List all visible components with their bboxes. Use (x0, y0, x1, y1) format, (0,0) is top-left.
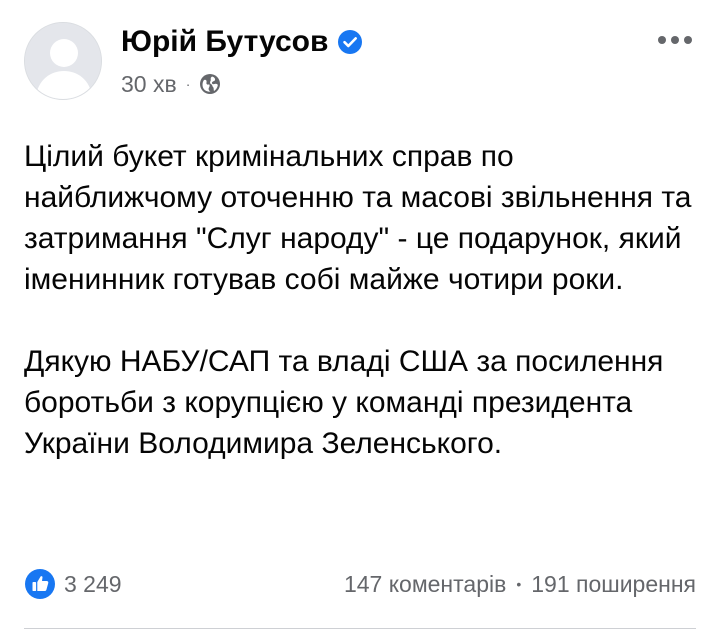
more-options-button[interactable] (654, 28, 696, 52)
like-count[interactable]: 3 249 (64, 571, 122, 598)
post-paragraph-2: Дякую НАБУ/САП та владі США за посилення… (24, 345, 664, 460)
like-icon (25, 569, 55, 599)
comments-count[interactable]: 147 коментарів (344, 571, 506, 598)
stats-separator: • (516, 576, 522, 592)
footer-divider (24, 628, 696, 629)
post-paragraph-1: Цілий букет кримінальних справ по найбли… (24, 140, 692, 296)
author-avatar[interactable] (24, 22, 102, 100)
post-stats: 147 коментарів • 191 поширення (344, 566, 696, 602)
reactions-summary[interactable]: 3 249 (24, 566, 122, 602)
post-meta: 30 хв · (121, 68, 222, 100)
post-body: Цілий букет кримінальних справ по найбли… (24, 136, 704, 464)
verified-badge-icon (338, 30, 363, 54)
globe-icon[interactable] (198, 72, 222, 96)
avatar-placeholder-icon (25, 23, 101, 99)
post-timestamp[interactable]: 30 хв (121, 71, 177, 98)
shares-count[interactable]: 191 поширення (531, 571, 696, 598)
more-options-icon (658, 36, 692, 44)
meta-separator: · (185, 76, 191, 92)
author-name[interactable]: Юрій Бутусов (121, 22, 363, 62)
author-name-text[interactable]: Юрій Бутусов (121, 22, 328, 62)
